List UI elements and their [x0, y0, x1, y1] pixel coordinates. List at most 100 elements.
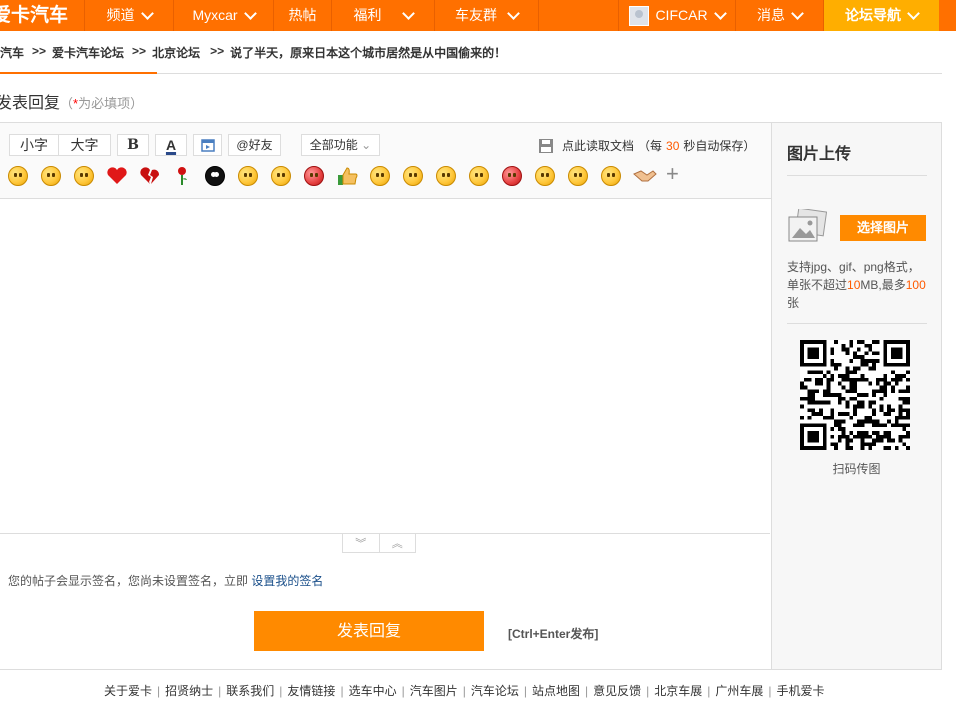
footer-link[interactable]: 广州车展: [715, 684, 763, 698]
media-button[interactable]: [193, 134, 222, 156]
nav-myxcar[interactable]: Myxcar: [173, 0, 273, 31]
page-title-text: 发表回复: [0, 95, 61, 112]
wink-emoticon-icon[interactable]: [568, 166, 588, 186]
breadcrumb-beijing[interactable]: 北京论坛: [152, 44, 200, 62]
sweat-emoticon-icon[interactable]: [370, 166, 390, 186]
save-icon: [539, 138, 553, 153]
nav-channel[interactable]: 频道: [84, 0, 173, 31]
cry-emoticon-icon[interactable]: [41, 166, 61, 186]
grin-emoticon-icon[interactable]: [403, 166, 423, 186]
site-logo[interactable]: 爱卡汽车: [0, 0, 84, 31]
nav-hot-posts-label: 热帖: [288, 7, 317, 23]
smile-emoticon-icon[interactable]: [8, 166, 28, 186]
submit-reply-button[interactable]: 发表回复: [254, 611, 484, 651]
footer-separator: |: [523, 684, 527, 698]
nav-messages-label: 消息: [757, 7, 785, 23]
footer-separator: |: [401, 684, 405, 698]
editor-resize-control: ︾ ︽: [342, 533, 416, 553]
upload-requirements: 支持jpg、gif、png格式，单张不超过10MB,最多100张: [787, 258, 930, 312]
footer-link[interactable]: 汽车图片: [410, 684, 458, 698]
nav-forum-guide[interactable]: 论坛导航: [823, 0, 939, 31]
footer-link[interactable]: 北京车展: [654, 684, 702, 698]
footer-link[interactable]: 站点地图: [532, 684, 580, 698]
nav-forum-guide-label: 论坛导航: [845, 7, 901, 23]
shy-emoticon-icon[interactable]: [271, 166, 291, 186]
footer-separator: |: [707, 684, 711, 698]
signature-text: 您的帖子会显示签名，您尚未设置签名，立即: [8, 574, 249, 588]
upload-max-count: 100: [905, 278, 926, 292]
upload-desc-3: 张: [787, 296, 800, 310]
nav-messages[interactable]: 消息: [735, 0, 823, 31]
sneeze-emoticon-icon[interactable]: [436, 166, 456, 186]
cool-emoticon-icon[interactable]: [469, 166, 489, 186]
breadcrumb-highlight: [0, 72, 157, 74]
reply-editor: 小字 大字 B A @好友 全部功能 ⌄ 点此读取文档 （每30秒自动保存）: [0, 122, 774, 670]
handshake-emoticon-icon[interactable]: [633, 166, 657, 186]
footer-link[interactable]: 友情链接: [287, 684, 335, 698]
breadcrumb-home[interactable]: 爱卡汽车: [0, 44, 24, 62]
small-font-button[interactable]: 小字: [9, 134, 59, 156]
footer-link[interactable]: 关于爱卡: [104, 684, 152, 698]
footer-links: 关于爱卡 | 招贤纳士 | 联系我们 | 友情链接 | 选车中心 | 汽车图片 | 汽车论坛 | 站点地图 |…: [104, 682, 825, 699]
image-upload-title: 图片上传: [787, 146, 852, 163]
expand-down-icon[interactable]: ︾: [343, 534, 380, 552]
breadcrumb-forum[interactable]: 爱卡汽车论坛: [52, 44, 124, 62]
mad-emoticon-icon[interactable]: [502, 166, 522, 186]
user-menu[interactable]: CIFCAR: [618, 0, 735, 31]
autosave-suffix: 秒自动保存）: [683, 139, 756, 153]
broken-heart-emoticon-icon[interactable]: [139, 166, 160, 186]
nav-myxcar-label: Myxcar: [192, 7, 238, 23]
double-chevron-down-icon: ⌄: [361, 138, 372, 152]
collapse-up-icon[interactable]: ︽: [380, 534, 416, 552]
panel-divider: [787, 323, 927, 324]
image-upload-panel: 图片上传 选择图片 支持jpg、gif、png格式，单张不超过10MB,最多10…: [771, 122, 942, 670]
chevron-down-icon: [243, 7, 257, 20]
all-features-dropdown[interactable]: 全部功能 ⌄: [301, 134, 380, 156]
footer-separator: |: [218, 684, 222, 698]
footer-separator: |: [462, 684, 466, 698]
rose-emoticon-icon[interactable]: [172, 166, 192, 186]
avatar: [629, 5, 650, 26]
autosave-prefix: （每: [638, 139, 663, 153]
bold-button[interactable]: B: [117, 134, 149, 156]
thumbs-up-emoticon-icon[interactable]: [337, 166, 358, 186]
autosave-area: 点此读取文档 （每 30 秒自动保存）: [538, 137, 755, 154]
breadcrumb: 爱卡汽车 >> 爱卡汽车论坛 >> 北京论坛 >> 说了半天，原来日本这个城市居…: [0, 44, 506, 62]
font-color-button[interactable]: A: [155, 134, 187, 156]
nav-welfare[interactable]: 福利: [331, 0, 434, 31]
read-doc-link[interactable]: 点此读取文档: [562, 137, 634, 154]
breadcrumb-separator: >>: [210, 44, 225, 58]
emoticon-row: +: [6, 163, 686, 188]
large-font-button[interactable]: 大字: [58, 134, 111, 156]
nav-car-groups[interactable]: 车友群: [434, 0, 538, 31]
reply-content-input[interactable]: [0, 199, 774, 537]
sob-emoticon-icon[interactable]: [74, 166, 94, 186]
signature-notice: 您的帖子会显示签名，您尚未设置签名，立即 设置我的签名: [8, 572, 323, 589]
black-face-emoticon-icon[interactable]: [205, 166, 225, 186]
chevron-down-icon: [140, 7, 154, 20]
at-friend-button[interactable]: @好友: [228, 134, 281, 156]
more-emoticons-icon[interactable]: +: [666, 163, 679, 185]
nav-welfare-label: 福利: [353, 7, 382, 23]
all-features-label: 全部功能: [309, 138, 358, 152]
chevron-down-icon: [401, 7, 415, 20]
tongue-emoticon-icon[interactable]: [238, 166, 258, 186]
dizzy-emoticon-icon[interactable]: [601, 166, 621, 186]
submit-shortcut-hint: [Ctrl+Enter发布]: [508, 627, 599, 641]
set-signature-link[interactable]: 设置我的签名: [251, 574, 323, 588]
footer-link[interactable]: 意见反馈: [593, 684, 641, 698]
footer-link[interactable]: 招贤纳士: [165, 684, 213, 698]
footer-separator: |: [157, 684, 161, 698]
autosave-seconds: 30: [666, 138, 680, 153]
heart-emoticon-icon[interactable]: [106, 166, 127, 186]
nav-car-groups-label: 车友群: [455, 7, 497, 23]
footer-link[interactable]: 汽车论坛: [471, 684, 519, 698]
footer-link[interactable]: 选车中心: [349, 684, 397, 698]
sleepy-emoticon-icon[interactable]: [535, 166, 555, 186]
breadcrumb-thread[interactable]: 说了半天，原来日本这个城市居然是从中国偷来的！: [230, 44, 506, 62]
footer-link[interactable]: 联系我们: [226, 684, 274, 698]
nav-hot-posts[interactable]: 热帖: [273, 0, 331, 31]
angry-emoticon-icon[interactable]: [304, 166, 324, 186]
footer-link[interactable]: 手机爱卡: [777, 684, 825, 698]
choose-image-button[interactable]: 选择图片: [840, 215, 926, 241]
